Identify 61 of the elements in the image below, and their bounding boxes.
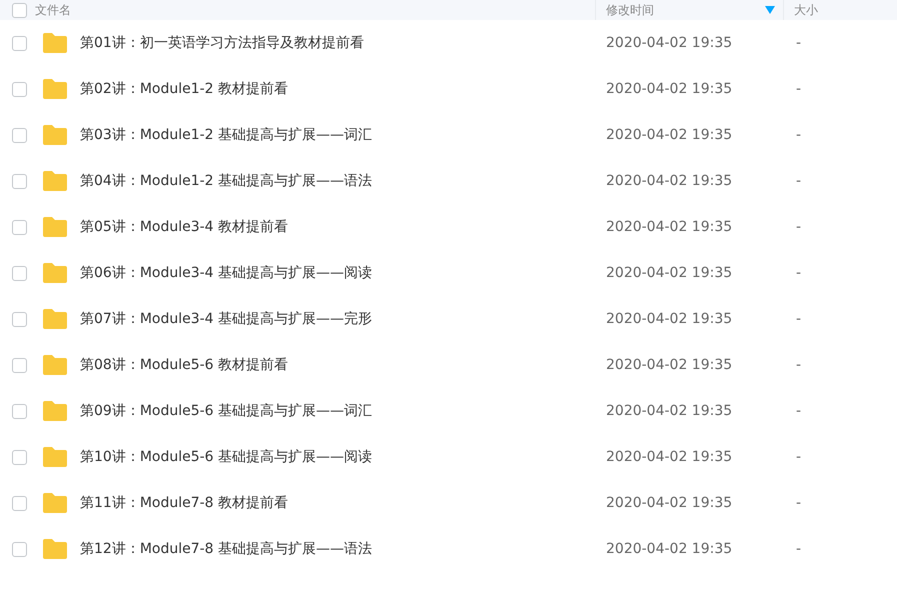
modified-time: 2020-04-02 19:35 <box>605 265 734 281</box>
file-size: - <box>795 541 802 557</box>
folder-name[interactable]: 第11讲：Module7-8 教材提前看 <box>80 494 288 512</box>
row-checkbox[interactable] <box>12 496 27 510</box>
modified-time: 2020-04-02 19:35 <box>605 357 734 373</box>
row-checkbox[interactable] <box>12 358 27 372</box>
file-size: - <box>795 357 802 373</box>
modified-time: 2020-04-02 19:35 <box>605 449 734 465</box>
row-checkbox[interactable] <box>12 542 27 556</box>
folder-name[interactable]: 第08讲：Module5-6 教材提前看 <box>80 356 288 374</box>
folder-icon <box>42 170 68 192</box>
file-size: - <box>795 449 802 465</box>
file-size: - <box>795 35 802 51</box>
folder-icon <box>42 400 68 422</box>
file-size: - <box>795 173 802 189</box>
select-all-checkbox[interactable] <box>12 2 27 18</box>
folder-name[interactable]: 第07讲：Module3-4 基础提高与扩展——完形 <box>80 310 372 328</box>
file-size: - <box>795 495 802 511</box>
row-checkbox[interactable] <box>12 450 27 464</box>
file-size: - <box>795 265 802 281</box>
folder-icon <box>42 354 68 376</box>
modified-time: 2020-04-02 19:35 <box>605 541 734 557</box>
row-checkbox[interactable] <box>12 404 27 418</box>
file-size: - <box>795 311 802 327</box>
file-size: - <box>795 127 802 143</box>
file-size: - <box>795 81 802 97</box>
row-checkbox[interactable] <box>12 174 27 188</box>
folder-name[interactable]: 第03讲：Module1-2 基础提高与扩展——词汇 <box>80 126 372 144</box>
row-checkbox[interactable] <box>12 82 27 96</box>
folder-icon <box>42 124 68 146</box>
folder-icon <box>42 492 68 514</box>
modified-time: 2020-04-02 19:35 <box>605 403 734 419</box>
folder-name[interactable]: 第12讲：Module7-8 基础提高与扩展——语法 <box>80 540 372 558</box>
folder-name[interactable]: 第01讲：初一英语学习方法指导及教材提前看 <box>80 34 364 52</box>
row-checkbox[interactable] <box>12 36 27 50</box>
folder-icon <box>42 446 68 468</box>
row-checkbox[interactable] <box>12 220 27 234</box>
folder-icon <box>42 78 68 100</box>
modified-time: 2020-04-02 19:35 <box>605 495 734 511</box>
folder-name[interactable]: 第04讲：Module1-2 基础提高与扩展——语法 <box>80 172 372 190</box>
modified-time: 2020-04-02 19:35 <box>605 311 734 327</box>
modified-time: 2020-04-02 19:35 <box>605 219 734 235</box>
row-checkbox[interactable] <box>12 128 27 142</box>
folder-name[interactable]: 第09讲：Module5-6 基础提高与扩展——词汇 <box>80 402 372 420</box>
folder-icon <box>42 538 68 560</box>
folder-icon <box>42 308 68 330</box>
row-checkbox[interactable] <box>12 266 27 280</box>
folder-name[interactable]: 第10讲：Module5-6 基础提高与扩展——阅读 <box>80 448 372 466</box>
modified-time: 2020-04-02 19:35 <box>605 127 734 143</box>
folder-icon <box>42 216 68 238</box>
folder-icon <box>42 32 68 54</box>
file-size: - <box>795 219 802 235</box>
modified-time: 2020-04-02 19:35 <box>605 173 734 189</box>
modified-time: 2020-04-02 19:35 <box>605 81 734 97</box>
folder-icon <box>42 262 68 284</box>
folder-name[interactable]: 第06讲：Module3-4 基础提高与扩展——阅读 <box>80 264 372 282</box>
folder-name[interactable]: 第02讲：Module1-2 教材提前看 <box>80 80 288 98</box>
modified-time: 2020-04-02 19:35 <box>605 35 734 51</box>
folder-name[interactable]: 第05讲：Module3-4 教材提前看 <box>80 218 288 236</box>
row-checkbox[interactable] <box>12 312 27 326</box>
file-size: - <box>795 403 802 419</box>
